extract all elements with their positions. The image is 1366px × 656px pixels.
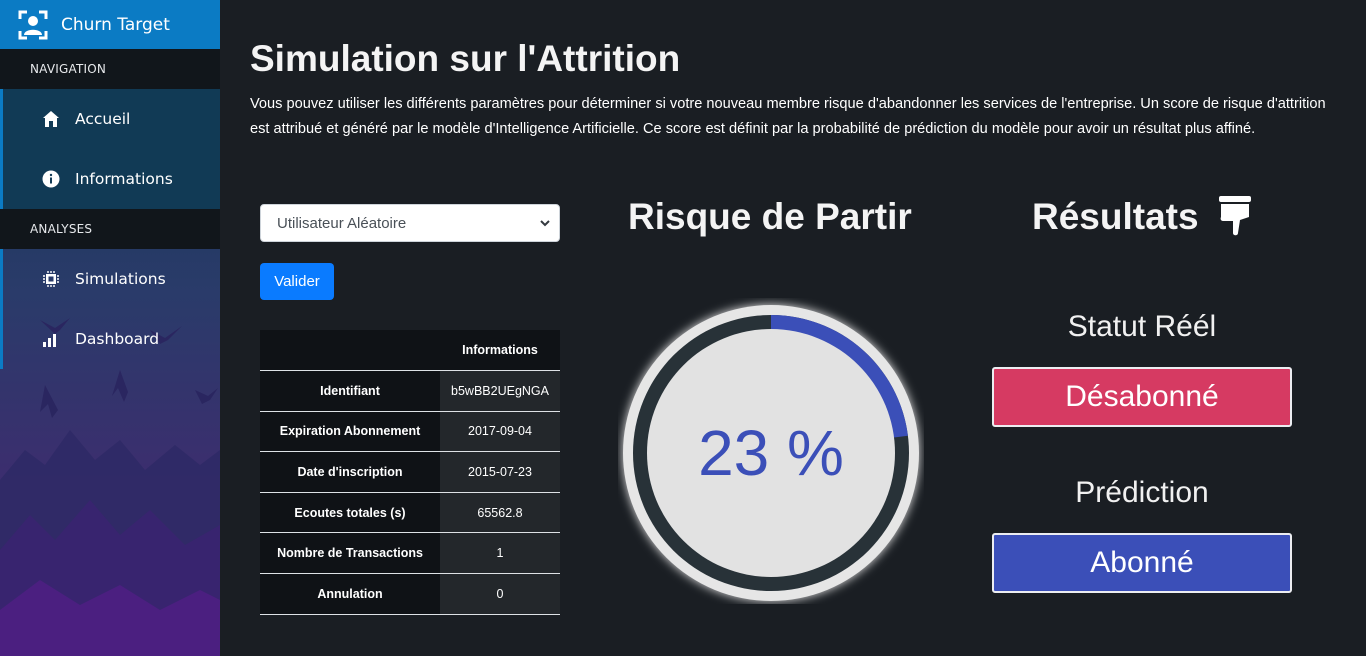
table-header: Informations [440,330,560,372]
risk-percent: 23 % [698,417,844,489]
row-key: Identifiant [260,370,440,412]
row-key: Ecoutes totales (s) [260,492,440,534]
row-value: 1 [440,532,560,575]
info-table: Informations Identifiant b5wBB2UEgNGA Ex… [260,330,560,615]
brand-title: Churn Target [61,14,170,35]
nav-label: Dashboard [75,330,160,348]
table-header-empty [260,330,440,372]
table-row: Annulation 0 [260,573,560,615]
risk-title: Risque de Partir [628,196,912,237]
valider-button[interactable]: Valider [260,263,334,300]
user-focus-icon [18,10,48,39]
nav-label: Simulations [75,270,166,288]
section-navigation: NAVIGATION [0,49,220,89]
user-select-value: Utilisateur Aléatoire [277,214,407,232]
row-key: Nombre de Transactions [260,532,440,575]
row-value: 2015-07-23 [440,451,560,493]
row-key: Date d'inscription [260,451,440,493]
row-value: 2017-09-04 [440,411,560,453]
table-row: Ecoutes totales (s) 65562.8 [260,492,560,534]
nav-item-accueil[interactable]: Accueil [0,89,220,149]
nav-item-dashboard[interactable]: Dashboard [0,309,220,369]
user-select[interactable]: Utilisateur Aléatoire [260,204,560,242]
row-value: 65562.8 [440,492,560,534]
table-row: Nombre de Transactions 1 [260,532,560,575]
prediction-label: Prédiction [1075,476,1209,509]
table-row: Identifiant b5wBB2UEgNGA [260,370,560,412]
prediction-value: Abonné [992,533,1292,593]
results-title: Résultats [1032,196,1199,237]
row-value: b5wBB2UEgNGA [440,370,560,412]
info-icon [41,169,61,189]
statut-value: Désabonné [992,367,1292,427]
row-value: 0 [440,573,560,615]
table-header-row: Informations [260,330,560,372]
statut-label: Statut Réél [1067,310,1217,343]
chevron-down-icon [540,220,550,227]
risk-gauge: 23 % [618,298,924,616]
sidebar: Churn Target NAVIGATION Accueil Informat… [0,0,220,656]
row-key: Annulation [260,573,440,615]
chip-icon [41,269,61,289]
nav-label: Accueil [75,110,131,128]
main-content: Simulation sur l'Attrition Vous pouvez u… [220,0,1366,656]
table-row: Date d'inscription 2015-07-23 [260,451,560,493]
nav-label: Informations [75,170,173,188]
thumbs-down-icon [1219,196,1251,236]
page-description: Vous pouvez utiliser les différents para… [250,96,1326,137]
table-row: Expiration Abonnement 2017-09-04 [260,411,560,453]
row-key: Expiration Abonnement [260,411,440,453]
brand[interactable]: Churn Target [0,0,220,49]
nav-item-informations[interactable]: Informations [0,149,220,209]
page-title: Simulation sur l'Attrition [250,38,681,79]
bar-chart-icon [41,329,61,349]
section-analyses: ANALYSES [0,209,220,249]
home-icon [41,109,61,129]
nav-item-simulations[interactable]: Simulations [0,249,220,309]
